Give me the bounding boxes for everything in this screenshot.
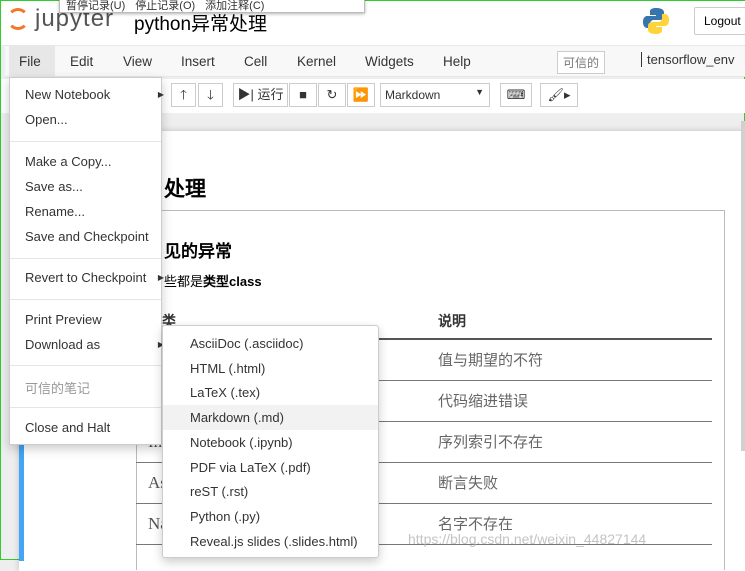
menubar: File Edit View Insert Cell Kernel Widget… — [5, 45, 745, 77]
menu-item-new-notebook[interactable]: New Notebook ▶ — [25, 87, 164, 102]
brush-icon: 🖌▸ — [547, 87, 571, 102]
menu-help[interactable]: Help — [443, 54, 471, 69]
paragraph: 些都是类型class — [164, 274, 262, 289]
exception-description: 断言失败 — [426, 462, 712, 504]
download-option[interactable]: AsciiDoc (.asciidoc) — [163, 331, 378, 356]
menu-item-save-checkpoint[interactable]: Save and Checkpoint — [25, 229, 149, 244]
download-option[interactable]: Markdown (.md) — [163, 405, 378, 431]
download-option[interactable]: Notebook (.ipynb) — [163, 430, 378, 455]
caret-right-icon: ▶ — [157, 90, 164, 99]
download-option[interactable]: PDF via LaTeX (.pdf) — [163, 455, 378, 480]
menu-item-save-as[interactable]: Save as... — [25, 179, 83, 194]
menu-cell[interactable]: Cell — [244, 54, 267, 69]
divider — [10, 365, 161, 366]
arrow-down-icon: 🡓 — [207, 87, 214, 102]
menu-item-download-as[interactable]: Download as ▶ — [25, 337, 164, 352]
trusted-badge[interactable]: 可信的 — [557, 51, 606, 74]
pause-record-button[interactable]: 暂停记录(U) — [66, 0, 125, 13]
command-palette-button[interactable]: ⌨ — [500, 83, 532, 107]
move-up-button[interactable]: 🡑 — [171, 83, 196, 107]
move-down-button[interactable]: 🡓 — [198, 83, 223, 107]
menu-item-make-copy[interactable]: Make a Copy... — [25, 154, 111, 169]
run-button[interactable]: ▶| 运行 — [233, 83, 288, 107]
menu-item-trusted-notebook[interactable]: 可信的笔记 — [25, 378, 90, 397]
python-logo-icon — [643, 8, 669, 34]
divider — [10, 299, 161, 300]
arrow-up-icon: 🡑 — [180, 87, 187, 102]
download-option[interactable]: LaTeX (.tex) — [163, 380, 378, 405]
scrollbar[interactable] — [741, 121, 745, 451]
stop-record-button[interactable]: 停止记录(O) — [135, 0, 195, 13]
celltoolbar-button[interactable]: 🖌▸ — [540, 83, 578, 107]
download-option[interactable]: Python (.py) — [163, 504, 378, 529]
recorder-toolbar: 暂停记录(U) 停止记录(O) 添加注释(C) — [59, 0, 365, 13]
divider — [10, 141, 161, 142]
menu-item-open[interactable]: Open... — [25, 112, 68, 127]
restart-run-all-button[interactable]: ⏩ — [347, 83, 375, 107]
menu-kernel[interactable]: Kernel — [297, 54, 336, 69]
step-icon: ▶| — [237, 87, 254, 102]
download-option[interactable]: HTML (.html) — [163, 356, 378, 381]
menu-file[interactable]: File — [9, 46, 55, 77]
interrupt-button[interactable]: ■ — [289, 83, 317, 107]
add-comment-button[interactable]: 添加注释(C) — [205, 0, 264, 13]
dropdown-arrow-icon: ▼ — [475, 87, 484, 97]
fast-forward-icon: ⏩ — [352, 87, 370, 102]
exception-description: 代码缩进错误 — [426, 380, 712, 422]
notebook-title[interactable]: python异常处理 — [134, 9, 267, 36]
keyboard-icon: ⌨ — [506, 87, 526, 102]
menu-item-revert-checkpoint[interactable]: Revert to Checkpoint ▶ — [25, 270, 164, 285]
menu-item-print-preview[interactable]: Print Preview — [25, 312, 102, 327]
download-option[interactable]: Reveal.js slides (.slides.html) — [163, 529, 378, 554]
menu-item-close-halt[interactable]: Close and Halt — [25, 420, 110, 435]
stop-icon: ■ — [299, 87, 307, 102]
menu-view[interactable]: View — [123, 54, 152, 69]
watermark: https://blog.csdn.net/weixin_44827144 — [408, 531, 647, 547]
restart-icon: ↻ — [326, 87, 338, 102]
download-option[interactable]: reST (.rst) — [163, 479, 378, 504]
menu-widgets[interactable]: Widgets — [365, 54, 414, 69]
exception-description: 值与期望的不符 — [426, 339, 712, 381]
restart-button[interactable]: ↻ — [318, 83, 346, 107]
cell-type-select[interactable]: Markdown ▼ — [380, 83, 490, 107]
jupyter-logo-icon — [7, 8, 29, 30]
logout-button[interactable]: Logout — [694, 7, 745, 35]
caret-right-icon: ▶ — [157, 273, 164, 282]
heading-1: 处理 — [164, 178, 206, 201]
kernel-name: tensorflow_env — [641, 52, 734, 67]
exception-description: 序列索引不存在 — [426, 421, 712, 463]
divider — [10, 258, 161, 259]
menu-item-rename[interactable]: Rename... — [25, 204, 85, 219]
file-menu: New Notebook ▶ Open... Make a Copy... Sav… — [9, 77, 164, 445]
heading-2: 见的异常 — [164, 242, 232, 261]
download-as-submenu: AsciiDoc (.asciidoc) HTML (.html) LaTeX (.… — [162, 325, 379, 558]
divider — [10, 407, 161, 408]
menu-insert[interactable]: Insert — [181, 54, 215, 69]
menu-edit[interactable]: Edit — [70, 54, 93, 69]
